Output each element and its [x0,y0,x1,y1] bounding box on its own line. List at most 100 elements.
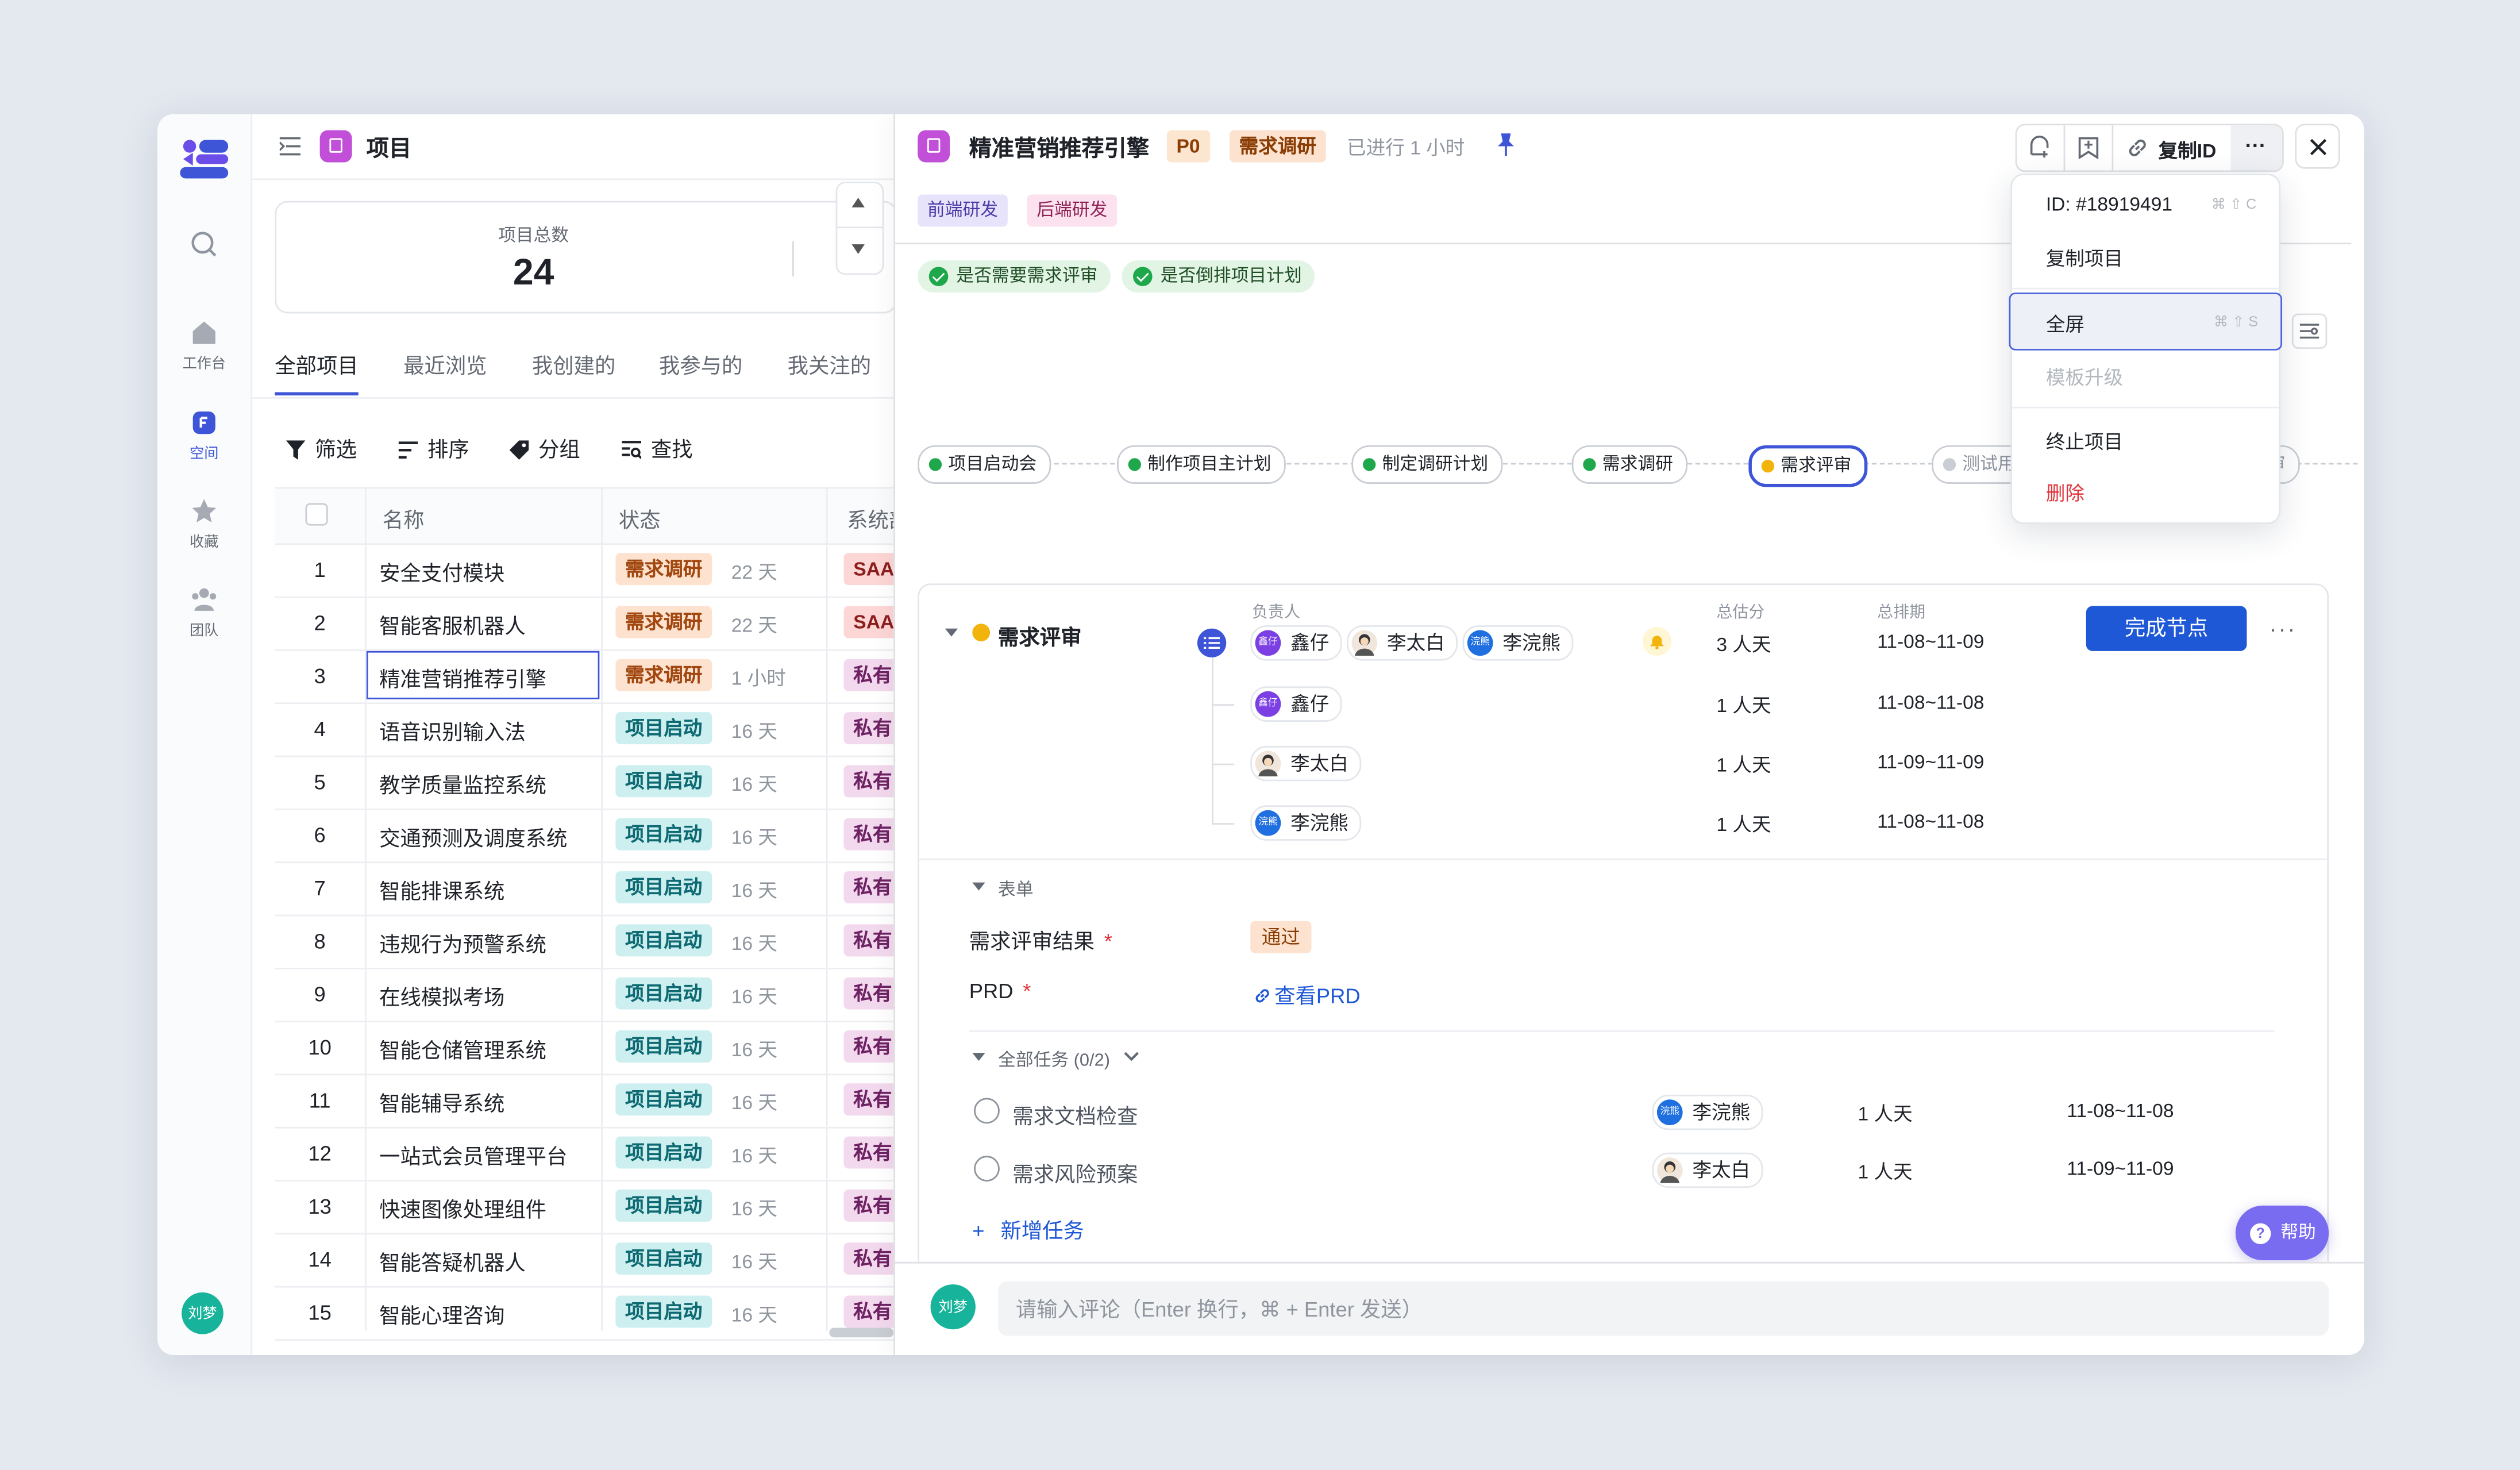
task-name[interactable]: 需求文档检查 [1012,1099,1138,1130]
find-button[interactable]: 查找 [622,432,693,463]
table-row[interactable]: 11 智能辅导系统 项目启动 16 天私有 [275,1074,918,1129]
menu-item-fullscreen[interactable]: 全屏 ⌘ ⇧ S [2009,293,2283,351]
sort-button[interactable]: 排序 [398,432,469,463]
collapse-node-icon[interactable] [945,628,958,637]
priority-tag[interactable]: P0 [1166,130,1210,163]
add-task-button[interactable]: + 新增任务 [972,1214,1084,1244]
tab-joined[interactable]: 我参与的 [659,349,742,379]
table-row[interactable]: 13 快速图像处理组件 项目启动 16 天私有 [275,1180,918,1235]
pipeline-node-master-plan[interactable]: 制作项目主计划 [1117,445,1286,484]
review-result-value[interactable]: 通过 [1250,921,1312,953]
tab-followed[interactable]: 我关注的 [788,349,871,379]
project-name[interactable]: 智能排课系统 [379,875,504,905]
scroll-up-icon[interactable] [851,198,865,207]
tab-created[interactable]: 我创建的 [532,349,615,379]
group-button[interactable]: 分组 [509,432,580,463]
column-header-name[interactable]: 名称 [383,503,425,534]
rail-search[interactable] [157,230,251,264]
status-badge[interactable]: 项目启动 [615,871,712,904]
status-badge[interactable]: 需求调研 [615,659,712,691]
tasks-section-label[interactable]: 全部任务 (0/2) [998,1046,1110,1072]
assignee-chip[interactable]: 鑫仔 鑫仔 [1250,686,1342,722]
collapse-form-icon[interactable] [972,882,985,891]
team-tag-frontend[interactable]: 前端研发 [918,194,1008,227]
task-owner-chip[interactable]: 浣熊 李浣熊 [1652,1094,1763,1130]
task-checkbox[interactable] [974,1156,1000,1182]
menu-item-terminate[interactable]: 终止项目 [2012,416,2279,464]
table-row[interactable]: 9 在线模拟考场 项目启动 16 天私有 [275,968,918,1023]
task-owner-chip[interactable]: 李太白 [1652,1152,1763,1188]
pipeline-settings-button[interactable] [2291,313,2328,349]
tab-recent[interactable]: 最近浏览 [403,349,487,379]
table-row[interactable]: 14 智能答疑机器人 项目启动 16 天私有 [275,1233,918,1288]
status-badge[interactable]: 项目启动 [615,1295,712,1328]
bookmark-button[interactable] [2065,125,2111,170]
user-avatar[interactable]: 刘梦 [182,1292,224,1334]
project-name[interactable]: 在线模拟考场 [379,980,504,1011]
project-name[interactable]: 交通预测及调度系统 [379,821,567,852]
status-badge[interactable]: 项目启动 [615,1030,712,1063]
status-badge[interactable]: 项目启动 [615,1189,712,1222]
project-name[interactable]: 智能心理咨询 [379,1299,504,1329]
copy-id-button[interactable]: 复制ID [2113,125,2230,170]
assignee-chip[interactable]: 李太白 [1250,745,1362,782]
table-row[interactable]: 10 智能仓储管理系统 项目启动 16 天私有 [275,1021,918,1076]
node-more-icon[interactable]: ··· [2269,615,2297,641]
status-badge[interactable]: 项目启动 [615,977,712,1010]
project-name[interactable]: 教学质量监控系统 [379,768,546,799]
status-tag[interactable]: 需求调研 [1229,130,1326,163]
assignee-chip[interactable]: 浣熊 李浣熊 [1250,805,1362,841]
help-button[interactable]: ? 帮助 [2235,1205,2329,1260]
project-name[interactable]: 一站式会员管理平台 [379,1140,567,1170]
horizontal-scrollbar[interactable] [829,1327,894,1338]
project-name[interactable]: 语音识别输入法 [379,715,526,746]
table-row[interactable]: 1 安全支付模块 需求调研 22 天 SAAS [275,543,918,598]
card-scroll-stepper[interactable] [835,182,884,275]
filter-button[interactable]: 筛选 [286,432,357,463]
form-section-label[interactable]: 表单 [998,876,1034,902]
table-row[interactable]: 8 违规行为预警系统 项目启动 16 天私有 [275,915,918,969]
comment-input[interactable] [998,1281,2329,1336]
table-row[interactable]: 15 智能心理咨询 项目启动 16 天私有 [275,1286,918,1341]
select-all-checkbox[interactable] [305,503,328,526]
pin-icon[interactable] [1496,133,1516,156]
task-checkbox[interactable] [974,1098,1000,1124]
project-name[interactable]: 精准营销推荐引擎 [379,662,546,692]
status-badge[interactable]: 项目启动 [615,1136,712,1169]
status-badge[interactable]: 项目启动 [615,1242,712,1275]
complete-node-button[interactable]: 完成节点 [2086,606,2247,651]
table-row[interactable]: 4 语音识别输入法 项目启动 16 天私有 [275,702,918,757]
menu-item-id[interactable]: ID: #18919491 ⌘ ⇧ C [2012,182,2279,230]
menu-item-delete[interactable]: 删除 [2012,468,2279,516]
project-name[interactable]: 快速图像处理组件 [379,1193,546,1223]
subtask-list-icon[interactable] [1197,628,1227,658]
owner-chip[interactable]: 鑫仔 鑫仔 [1250,625,1342,661]
status-badge[interactable]: 项目启动 [615,765,712,798]
rail-workbench[interactable]: 工作台 [157,318,251,373]
project-name[interactable]: 智能辅导系统 [379,1087,504,1117]
column-header-status[interactable]: 状态 [619,503,661,534]
check-tag-review[interactable]: 是否需要需求评审 [918,260,1111,293]
collapse-sidebar-icon[interactable] [279,137,301,156]
pipeline-node-research-plan[interactable]: 制定调研计划 [1351,445,1503,484]
project-name[interactable]: 安全支付模块 [379,556,504,587]
pipeline-node-kickoff[interactable]: 项目启动会 [918,445,1051,484]
pipeline-node-research[interactable]: 需求调研 [1571,445,1688,484]
table-row[interactable]: 5 教学质量监控系统 项目启动 16 天私有 [275,756,918,810]
menu-item-copy-project[interactable]: 复制项目 [2012,233,2279,282]
status-badge[interactable]: 项目启动 [615,818,712,851]
status-badge[interactable]: 需求调研 [615,606,712,638]
status-badge[interactable]: 需求调研 [615,553,712,586]
project-name[interactable]: 智能客服机器人 [379,609,526,640]
collapse-tasks-icon[interactable] [972,1053,985,1061]
table-row[interactable]: 12 一站式会员管理平台 项目启动 16 天私有 [275,1127,918,1182]
view-prd-link[interactable]: 查看PRD [1254,979,1361,1009]
project-name[interactable]: 违规行为预警系统 [379,928,546,958]
table-row[interactable]: 7 智能排课系统 项目启动 16 天私有 [275,861,918,917]
more-actions-button[interactable]: ··· [2230,125,2283,171]
remind-button[interactable] [1642,626,1672,656]
table-row[interactable]: 2 智能客服机器人 需求调研 22 天 SAAS [275,597,918,651]
tab-all-projects[interactable]: 全部项目 [275,349,359,396]
project-name[interactable]: 智能答疑机器人 [379,1246,526,1276]
table-row[interactable]: 3 精准营销推荐引擎 需求调研 1 小时 私有 [275,649,918,705]
